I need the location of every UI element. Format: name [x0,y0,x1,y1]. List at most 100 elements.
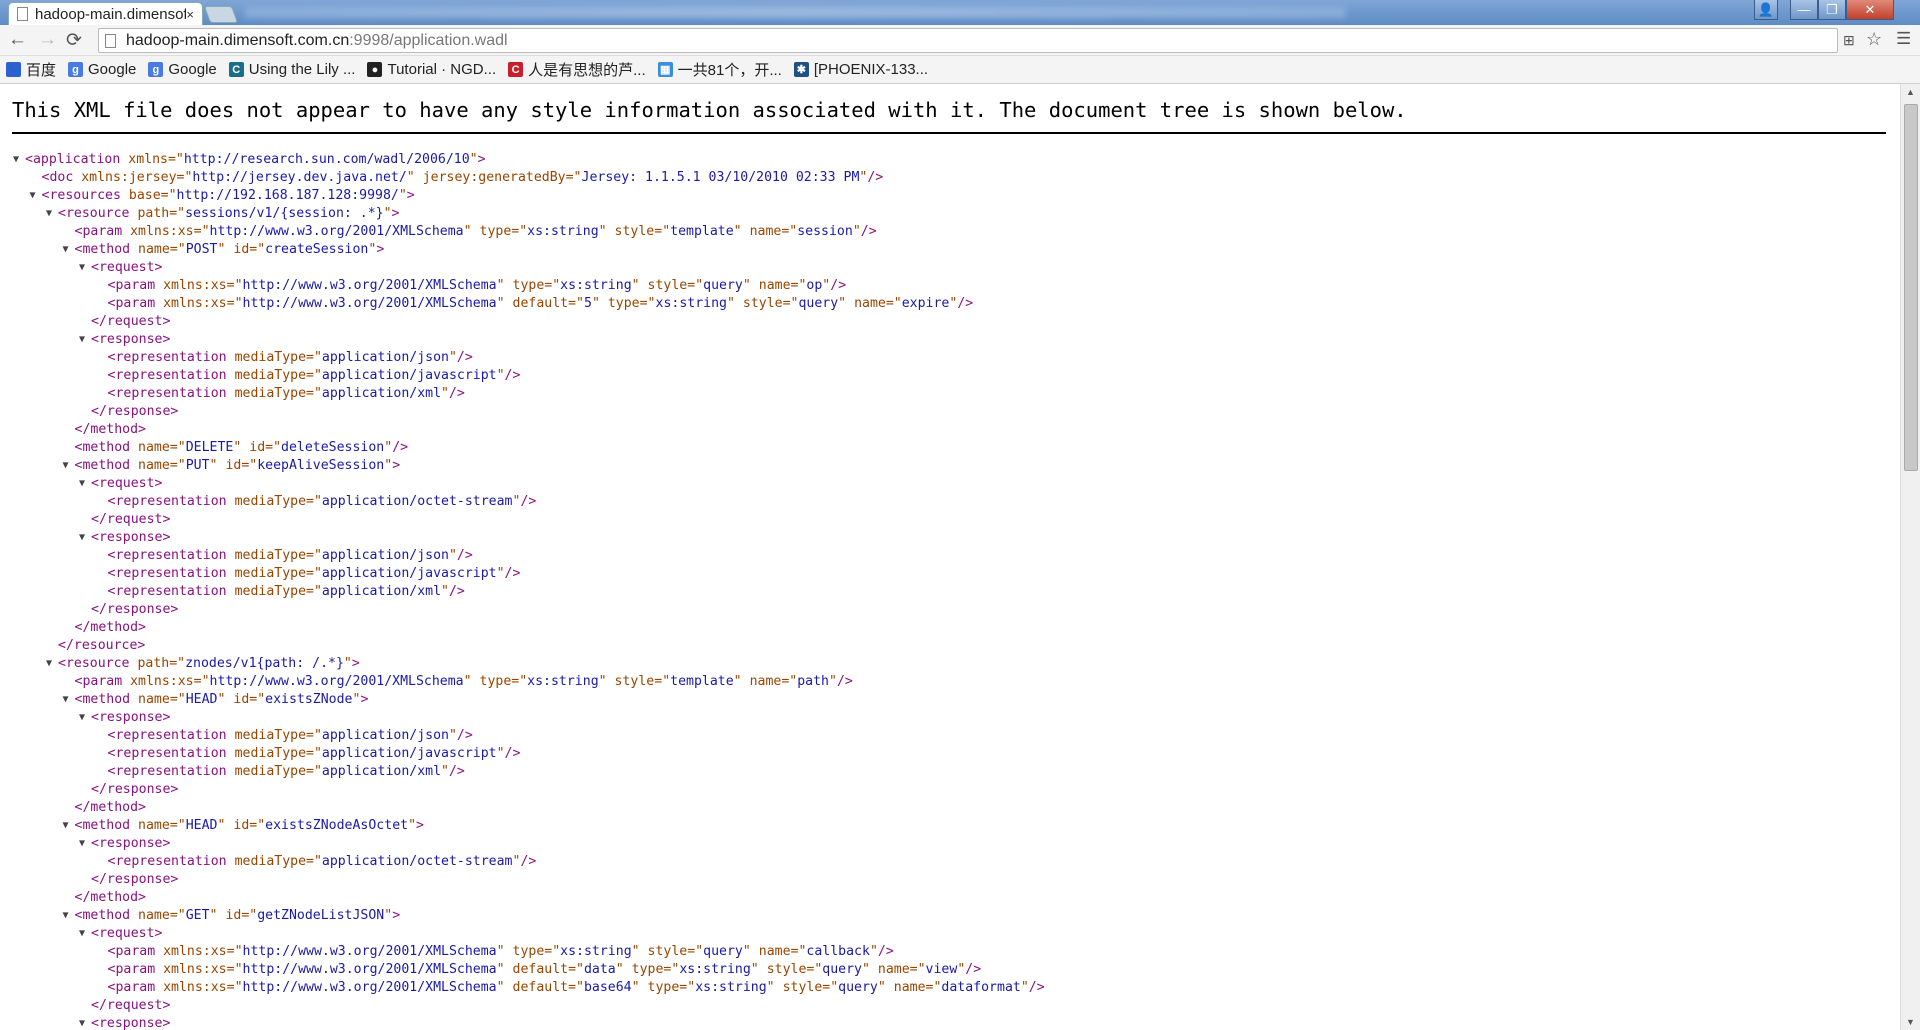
bookmark-item[interactable]: ● Tutorial · NGD... [367,61,496,78]
attr-name: base [128,188,161,203]
attr-value: HEAD [185,818,218,833]
tab-title: hadoop-main.dimensoft.com.cn/application… [35,5,187,23]
tag-punct: </ [91,512,107,527]
attr-punct: =" [781,674,798,689]
new-tab-button[interactable] [203,6,239,23]
bookmark-item[interactable]: C Using the Lily ... [228,61,355,78]
tag-punct: > [162,530,171,545]
bookmark-item[interactable]: C 人是有思想的芦... [508,59,646,80]
attr-punct: =" [226,944,243,959]
collapse-toggle-icon[interactable]: ▼ [13,151,19,169]
collapse-toggle-icon[interactable]: ▼ [30,187,36,205]
minimize-button[interactable]: — [1790,0,1818,20]
attr-name: mediaType [234,566,307,581]
bookmark-item[interactable]: g Google [68,61,136,78]
xml-line: <representation mediaType="application/j… [108,565,521,583]
translate-icon[interactable]: ⊞ [1843,32,1855,49]
attr-name: name [138,440,170,455]
tag-name: representation [115,764,227,779]
collapse-toggle-icon[interactable]: ▼ [46,205,52,223]
reload-button[interactable]: ⟳ [66,29,82,52]
attr-punct: " [469,152,478,167]
address-bar[interactable]: hadoop-main.dimensoft.com.cn:9998/applic… [98,28,1838,53]
attr-punct: =" [169,818,186,833]
collapse-toggle-icon[interactable]: ▼ [79,1015,85,1030]
tag-name: resource [65,206,130,221]
tag-punct: /> [520,854,537,869]
bookmark-item[interactable]: ✱ [PHOENIX-133... [793,61,928,78]
attr-punct: " [398,188,407,203]
tag-name: method [90,800,139,815]
tag-name: param [115,296,156,311]
tag-punct: /> [830,278,847,293]
google-icon: g [148,62,164,77]
attr-value: application/octet-stream [321,494,513,509]
grid-icon: ▦ [657,62,673,77]
menu-icon[interactable]: ☰ [1896,29,1911,49]
tab-active[interactable]: hadoop-main.dimensoft.com.cn/application… [8,2,203,25]
tag-punct: </ [74,890,91,905]
collapse-toggle-icon[interactable]: ▼ [79,529,85,547]
bookmark-item[interactable]: ▦ 一共81个，开... [657,59,782,80]
attr-value: keepAliveSession [257,458,385,473]
attr-name: id [233,818,250,833]
xml-line: <representation mediaType="application/x… [108,385,465,403]
attr-punct: " [598,224,607,239]
scroll-down-icon[interactable]: ▼ [1906,1017,1915,1027]
attr-value: http://www.w3.org/2001/XMLSchema [242,278,497,293]
tag-punct: /> [448,764,465,779]
attr-value: existsZNodeAsOctet [265,818,409,833]
scrollbar-thumb[interactable] [1904,104,1918,471]
tag-name: method [82,242,131,257]
attr-value: http://www.w3.org/2001/XMLSchema [242,296,497,311]
collapse-toggle-icon[interactable]: ▼ [63,817,69,835]
maximize-button[interactable]: ❐ [1818,0,1846,20]
collapse-toggle-icon[interactable]: ▼ [63,241,69,259]
attr-punct: " [463,224,472,239]
attr-punct: =" [176,170,193,185]
attr-name: style [614,674,655,689]
collapse-toggle-icon[interactable]: ▼ [79,331,85,349]
tag-punct: > [162,512,171,527]
collapse-toggle-icon[interactable]: ▼ [63,907,69,925]
attr-punct: " [209,458,218,473]
attr-punct: =" [249,692,266,707]
collapse-toggle-icon[interactable]: ▼ [79,259,85,277]
attr-name: id [225,908,242,923]
close-window-button[interactable]: ✕ [1846,0,1894,20]
collapse-toggle-icon[interactable]: ▼ [63,457,69,475]
attr-value: application/json [321,350,449,365]
attr-name: xmlns:xs [130,674,194,689]
scroll-up-icon[interactable]: ▲ [1906,87,1915,97]
attr-name: default [512,962,569,977]
bookmark-label: 一共81个，开... [677,62,782,79]
collapse-toggle-icon[interactable]: ▼ [79,835,85,853]
attr-punct: =" [925,980,942,995]
tab-close-icon[interactable]: × [186,7,194,22]
attr-punct: =" [568,980,584,995]
collapse-toggle-icon[interactable]: ▼ [79,925,85,943]
collapse-toggle-icon[interactable]: ▼ [79,709,85,727]
user-icon[interactable]: 👤 [1754,0,1778,20]
collapse-toggle-icon[interactable]: ▼ [46,655,52,673]
back-button[interactable]: ← [8,29,27,51]
url-host: hadoop-main.dimensoft.com.cn [126,31,350,49]
tag-punct: </ [91,998,107,1013]
tag-name: representation [115,566,227,581]
collapse-toggle-icon[interactable]: ▼ [79,475,85,493]
bookmark-item[interactable]: g Google [148,61,217,78]
attr-punct: =" [306,764,322,779]
tag-name: representation [115,386,227,401]
attr-punct: =" [306,548,322,563]
attr-value: http://research.sun.com/wadl/2006/10 [183,152,470,167]
bookmark-item[interactable]: 🐾 百度 [6,59,56,80]
attr-punct: " [408,818,417,833]
forward-button[interactable]: → [38,29,57,51]
tag-name: param [115,944,156,959]
window-title-blurred [245,6,1345,18]
star-icon[interactable]: ☆ [1866,29,1882,50]
vertical-scrollbar[interactable]: ▲ ▼ [1900,84,1920,1030]
collapse-toggle-icon[interactable]: ▼ [63,691,69,709]
attr-punct: " [217,692,226,707]
tag-punct: /> [392,440,409,455]
